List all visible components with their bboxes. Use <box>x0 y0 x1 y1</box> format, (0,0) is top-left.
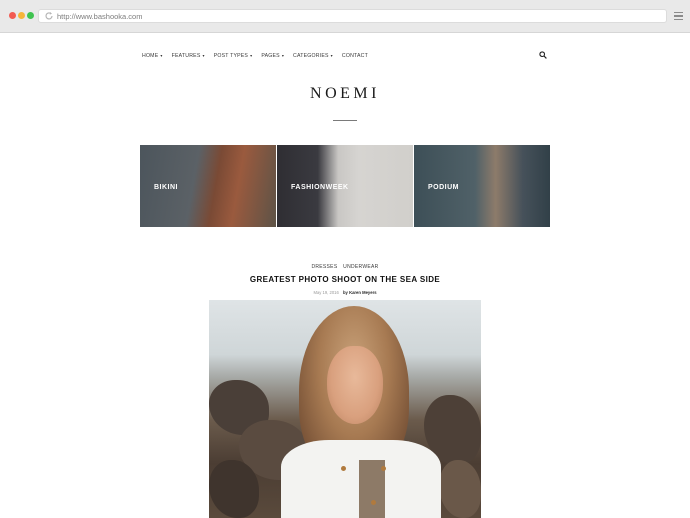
logo-divider <box>333 120 357 121</box>
chevron-down-icon: ▾ <box>202 53 205 58</box>
window-close-button[interactable] <box>9 12 16 19</box>
by-label: by <box>343 290 348 295</box>
site-logo[interactable]: NOEMI <box>0 85 690 103</box>
category-tile-fashionweek[interactable]: FASHIONWEEK <box>277 145 413 227</box>
nav-label: FEATURES <box>171 53 201 59</box>
post-date: May 19, 2016 <box>313 290 339 295</box>
browser-toolbar: http://www.bashooka.com <box>0 0 690 33</box>
window-maximize-button[interactable] <box>27 12 34 19</box>
nav-label: HOME <box>142 53 159 59</box>
photo-face <box>327 346 383 424</box>
nav-label: CATEGORIES <box>293 53 329 59</box>
post-meta: May 19, 2016 by Karen Meyers <box>0 290 690 295</box>
photo-button <box>371 500 376 505</box>
photo-rock <box>209 460 259 518</box>
chevron-down-icon: ▾ <box>160 53 163 58</box>
post-featured-image[interactable] <box>209 300 481 518</box>
category-tiles: BIKINI FASHIONWEEK PODIUM <box>140 145 550 227</box>
post-title[interactable]: GREATEST PHOTO SHOOT ON THE SEA SIDE <box>0 275 690 284</box>
photo-button <box>341 466 346 471</box>
hamburger-menu-icon[interactable] <box>674 12 683 20</box>
nav-label: POST TYPES <box>213 53 249 59</box>
search-icon[interactable] <box>539 51 547 59</box>
category-tile-bikini[interactable]: BIKINI <box>140 145 276 227</box>
nav-label: CONTACT <box>341 53 368 59</box>
nav-item-home[interactable]: HOME ▾ <box>142 51 163 61</box>
window-minimize-button[interactable] <box>18 12 25 19</box>
nav-item-pages[interactable]: PAGES ▾ <box>261 51 284 61</box>
tile-label: BIKINI <box>154 184 178 191</box>
url-text: http://www.bashooka.com <box>57 12 143 21</box>
chevron-down-icon: ▾ <box>281 53 285 58</box>
photo-button <box>381 466 386 471</box>
category-link-underwear[interactable]: UNDERWEAR <box>343 264 378 270</box>
category-link-dresses[interactable]: DRESSES <box>311 264 337 270</box>
chevron-down-icon: ▾ <box>250 53 253 58</box>
main-navigation: HOME ▾ FEATURES ▾ POST TYPES ▾ PAGES ▾ CATEG… <box>142 51 377 61</box>
tile-label: PODIUM <box>428 184 459 191</box>
nav-item-post-types[interactable]: POST TYPES ▾ <box>214 51 253 61</box>
author-name: Karen Meyers <box>349 290 377 295</box>
nav-item-contact[interactable]: CONTACT <box>342 51 368 61</box>
nav-item-features[interactable]: FEATURES ▾ <box>172 51 205 61</box>
photo-rock <box>439 460 481 518</box>
post-author[interactable]: by Karen Meyers <box>343 290 377 295</box>
post-categories: DRESSES UNDERWEAR <box>0 264 690 270</box>
category-tile-podium[interactable]: PODIUM <box>414 145 550 227</box>
reload-icon[interactable] <box>44 11 54 21</box>
chevron-down-icon: ▾ <box>330 53 333 58</box>
nav-item-categories[interactable]: CATEGORIES ▾ <box>293 51 333 61</box>
tile-label: FASHIONWEEK <box>291 184 349 191</box>
nav-label: PAGES <box>261 53 280 59</box>
address-bar[interactable]: http://www.bashooka.com <box>38 9 667 23</box>
